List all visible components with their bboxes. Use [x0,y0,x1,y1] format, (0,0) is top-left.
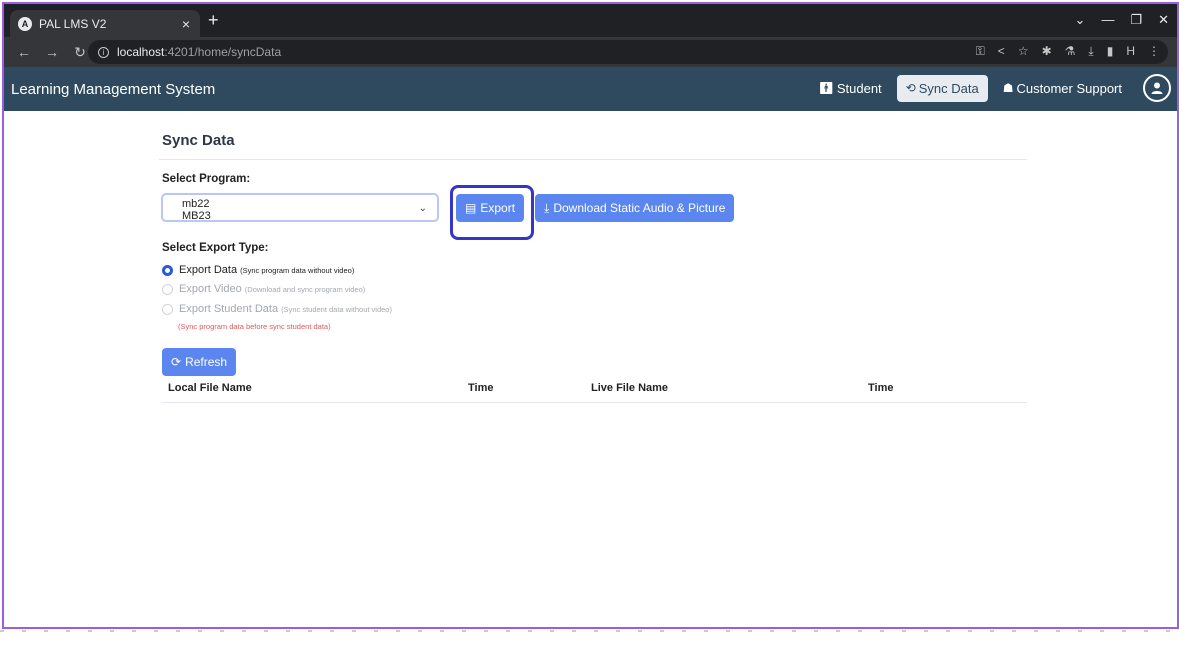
new-tab-icon[interactable]: + [208,11,219,29]
select-program-label: Select Program: [162,173,251,185]
user-avatar-icon [1151,82,1163,94]
angular-favicon-icon: A [18,16,32,31]
refresh-button[interactable]: ⟳ Refresh [162,348,237,376]
reload-icon[interactable]: ↻ [72,44,88,61]
support-agent-icon: ☗ [1002,81,1014,95]
refresh-icon: ⟳ [171,355,182,369]
refresh-button-label: Refresh [185,355,228,369]
table-divider [162,402,1027,403]
lab-flask-icon[interactable]: ⚗ [1065,44,1076,59]
app-title: Learning Management System [11,80,216,98]
app-header: Learning Management System 🚹︎ Student ⟲ … [4,67,1177,111]
radio-hint: (Sync student data without video) [281,304,392,314]
tab-search-icon[interactable]: ⌄ [1075,12,1086,28]
nav-sync-data[interactable]: ⟲ Sync Data [896,74,988,102]
radio-label: Export Video [179,283,242,295]
title-divider [159,159,1027,160]
radio-label: Export Data [179,264,238,276]
app-nav: 🚹︎ Student ⟲ Sync Data ☗ Customer Suppor… [804,74,1171,102]
tab-title: PAL LMS V2 [39,16,107,31]
column-header-time[interactable]: Time [468,382,493,394]
tab-strip: A PAL LMS V2 × + ⌄ — ❐ ✕ [4,4,1177,37]
column-header-local-file-name[interactable]: Local File Name [168,382,252,394]
tab-close-icon[interactable]: × [182,16,190,32]
bookmark-star-icon[interactable]: ☆ [1018,44,1029,59]
radio-export-student-data[interactable]: Export Student Data (Sync student data w… [162,303,392,315]
user-avatar[interactable] [1143,74,1171,102]
sync-icon: ⟲ [905,81,916,95]
radio-export-video[interactable]: Export Video (Download and sync program … [162,283,365,295]
page-title: Sync Data [162,132,235,149]
forward-icon[interactable]: → [44,44,60,60]
program-option[interactable]: MB23 [182,210,211,222]
minimize-icon[interactable]: — [1101,12,1114,28]
canvas-margin [0,630,1179,648]
restore-icon[interactable]: ❐ [1130,12,1142,28]
person-icon: 🚹︎ [818,81,834,95]
download-static-label: Download Static Audio & Picture [553,201,726,215]
url-host: localhost [117,45,165,59]
radio-button[interactable] [162,303,173,315]
key-icon[interactable]: ⚿ [976,44,985,59]
browser-tab[interactable]: A PAL LMS V2 × [10,10,200,37]
column-header-time[interactable]: Time [868,382,893,394]
share-icon[interactable]: < [998,44,1005,59]
radio-hint: (Download and sync program video) [244,284,366,294]
export-type-label: Select Export Type: [162,242,269,254]
side-panel-icon[interactable]: ▮ [1107,44,1114,59]
download-icon: ⤓ [544,200,550,215]
nav-customer-support-label: Customer Support [1016,80,1123,96]
nav-student-label: Student [836,80,882,96]
sync-order-warning: (Sync program data before sync student d… [178,322,331,331]
download-static-button[interactable]: ⤓ Download Static Audio & Picture [535,194,735,222]
program-select[interactable]: mb22 MB23 ⌄ [161,193,439,222]
radio-button[interactable] [162,283,173,295]
radio-label: Export Student Data [179,303,279,315]
window-controls: ⌄ — ❐ ✕ [1075,12,1169,28]
radio-export-data[interactable]: Export Data (Sync program data without v… [162,264,354,276]
profile-icon[interactable]: H [1126,44,1135,59]
radio-hint: (Sync program data without video) [240,265,355,275]
browser-window: A PAL LMS V2 × + ⌄ — ❐ ✕ ← → ↻ i localho… [2,2,1179,629]
highlight-annotation [450,185,534,240]
program-option[interactable]: mb22 [182,198,210,210]
radio-button[interactable] [162,264,173,276]
nav-student[interactable]: 🚹︎ Student [810,75,891,102]
url-field[interactable]: i localhost :4201/home/syncData ⚿ < ☆ ✱ … [88,40,1168,64]
site-info-icon[interactable]: i [98,46,109,58]
dashed-guide [0,630,1179,632]
url-path: :4201/home/syncData [164,45,282,59]
browser-menu-icon[interactable]: ⋮ [1148,44,1160,59]
address-bar: ← → ↻ i localhost :4201/home/syncData ⚿ … [4,37,1177,67]
download-icon[interactable]: ⤓ [1088,44,1093,59]
close-window-icon[interactable]: ✕ [1158,12,1169,28]
nav-customer-support[interactable]: ☗ Customer Support [994,75,1131,102]
extensions-icon[interactable]: ✱ [1042,44,1052,59]
nav-sync-data-label: Sync Data [918,80,979,96]
omnibox-icons: ⚿ < ☆ ✱ ⚗ ⤓ ▮ H ⋮ [976,44,1160,59]
back-icon[interactable]: ← [16,44,32,60]
chevron-down-icon: ⌄ [418,203,427,214]
column-header-live-file-name[interactable]: Live File Name [591,382,668,394]
